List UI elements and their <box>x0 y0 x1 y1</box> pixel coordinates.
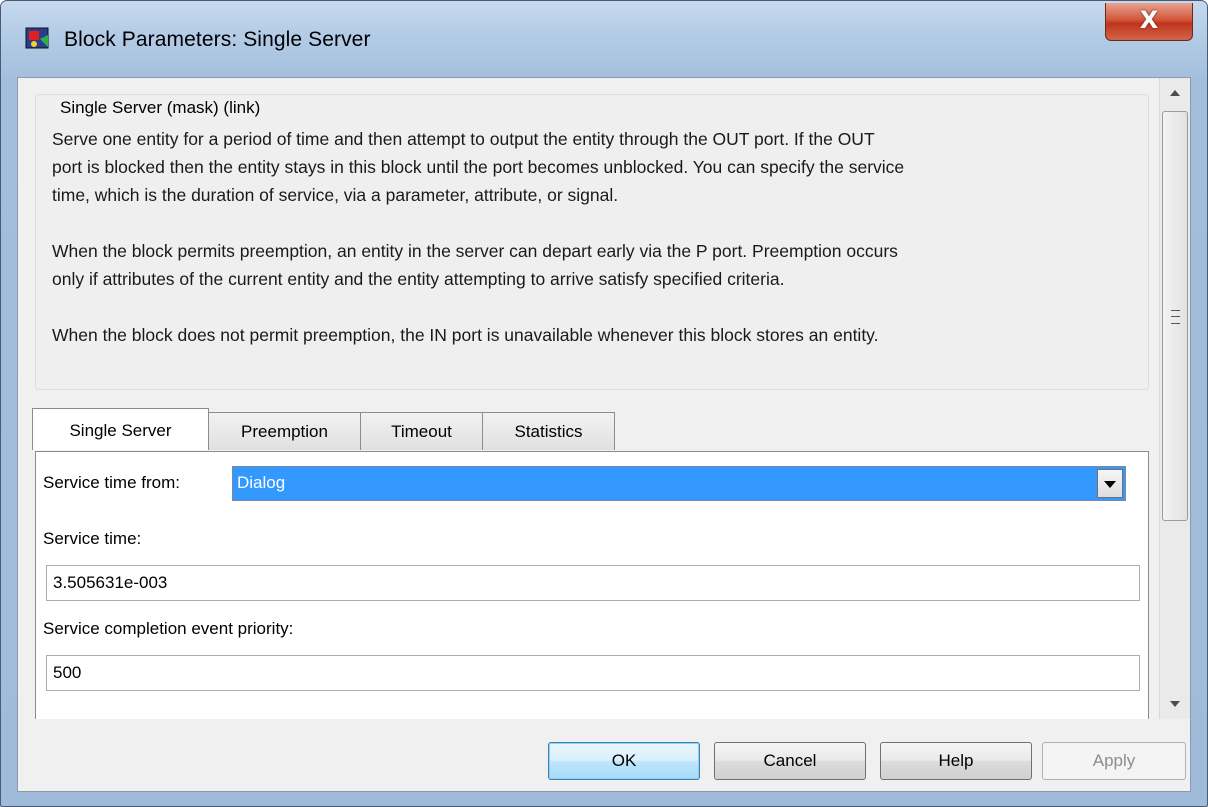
apply-button[interactable]: Apply <box>1042 742 1186 780</box>
help-button[interactable]: Help <box>880 742 1032 780</box>
priority-value: 500 <box>53 663 82 682</box>
tab-single-server[interactable]: Single Server <box>32 408 209 450</box>
ok-button[interactable]: OK <box>548 742 700 780</box>
tab-timeout[interactable]: Timeout <box>360 412 483 450</box>
description-line: port is blocked then the entity stays in… <box>52 157 905 177</box>
scroll-content: Single Server (mask) (link) Serve one en… <box>18 78 1159 719</box>
priority-label: Service completion event priority: <box>43 619 294 638</box>
description-groupbox: Single Server (mask) (link) Serve one en… <box>35 94 1149 390</box>
dropdown-arrow-icon[interactable] <box>1097 469 1123 498</box>
group-title: Single Server (mask) (link) <box>56 98 265 118</box>
scroll-thumb[interactable] <box>1162 111 1188 521</box>
cancel-button[interactable]: Cancel <box>714 742 866 780</box>
simulink-block-icon <box>25 27 49 49</box>
title-bar[interactable]: Block Parameters: Single Server X <box>1 1 1207 79</box>
scroll-up-icon[interactable] <box>1160 78 1190 108</box>
dialog-client-area: Single Server (mask) (link) Serve one en… <box>17 77 1191 792</box>
grip-icon <box>1171 310 1180 324</box>
service-time-input[interactable]: 3.505631e-003 <box>46 565 1140 601</box>
description-line: only if attributes of the current entity… <box>52 269 785 289</box>
window-title: Block Parameters: Single Server <box>64 28 371 51</box>
service-time-label: Service time: <box>43 529 142 548</box>
scroll-down-icon[interactable] <box>1160 689 1190 719</box>
description-line: time, which is the duration of service, … <box>52 185 619 205</box>
service-time-from-label: Service time from: <box>43 473 180 492</box>
service-time-value: 3.505631e-003 <box>53 573 168 592</box>
description-line: Serve one entity for a period of time an… <box>52 129 875 149</box>
close-icon: X <box>1139 6 1159 34</box>
tab-statistics[interactable]: Statistics <box>482 412 615 450</box>
dialog-window: Block Parameters: Single Server X Single… <box>0 0 1208 807</box>
close-button[interactable]: X <box>1105 3 1193 41</box>
tab-preemption[interactable]: Preemption <box>208 412 361 450</box>
vertical-scrollbar[interactable] <box>1159 78 1190 719</box>
description-line: When the block does not permit preemptio… <box>52 325 879 345</box>
description-line: When the block permits preemption, an en… <box>52 241 898 261</box>
priority-input[interactable]: 500 <box>46 655 1140 691</box>
select-value: Dialog <box>237 473 286 492</box>
tab-panel-single-server: Service time from: Dialog Service time: … <box>35 451 1149 719</box>
service-time-from-select[interactable]: Dialog <box>232 466 1126 501</box>
